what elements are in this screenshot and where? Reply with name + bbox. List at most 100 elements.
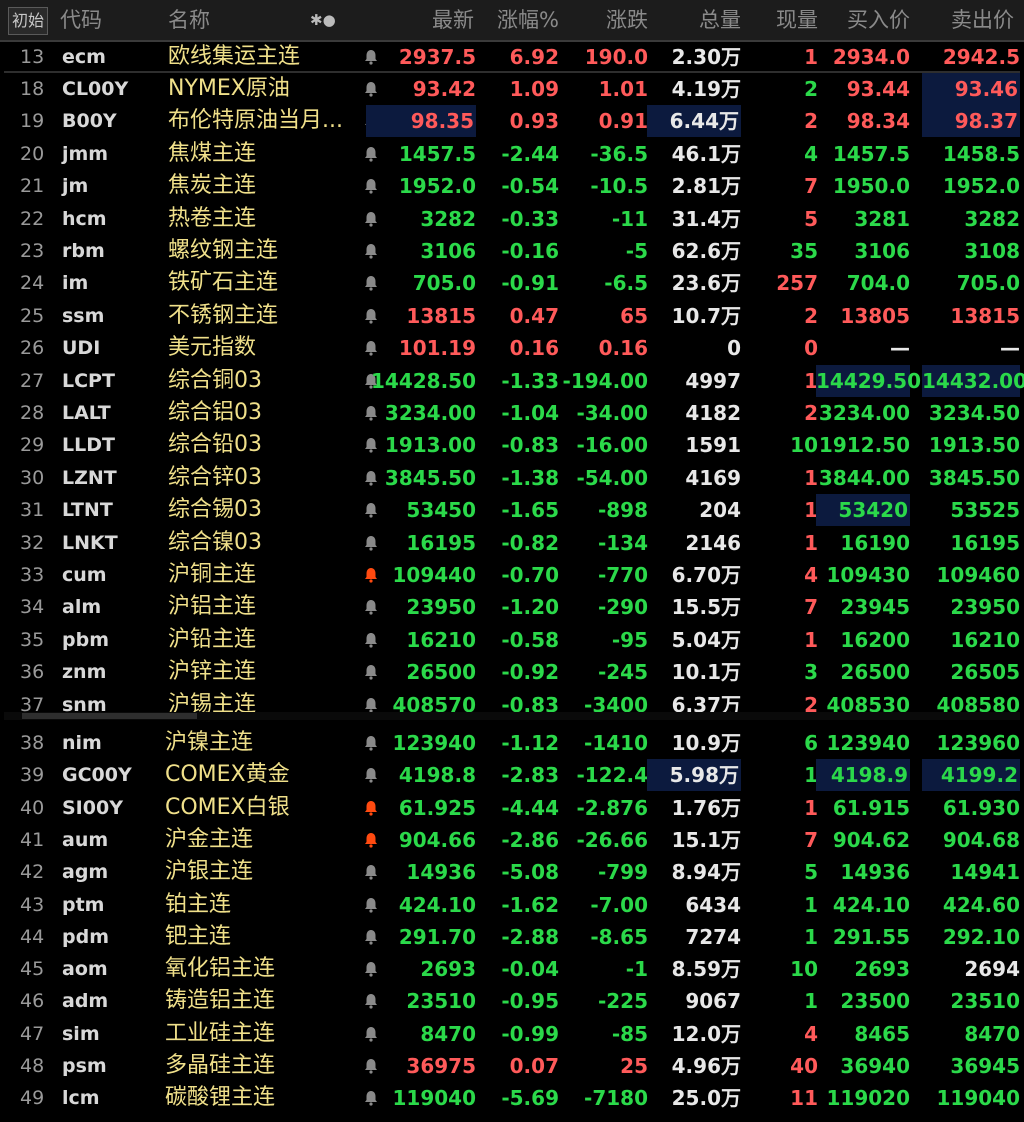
col-header-bid[interactable]: 买入价 <box>847 0 910 40</box>
table-row[interactable]: 19 B00Y 布伦特原油当月... 98.35 0.93 0.91 6.44万 2 98.34… <box>0 105 1024 138</box>
cell-chg: -26.66 <box>576 827 648 852</box>
cell-vol: 10.9万 <box>671 731 741 755</box>
col-header-last[interactable]: 最新 <box>432 0 474 40</box>
table-row[interactable]: 36 znm 沪锌主连 26500 -0.92 -245 10.1万 3 26500 26505 <box>0 656 1024 688</box>
table-row[interactable]: 48 psm 多晶硅主连 36975 0.07 25 4.96万 40 36940 36945 <box>0 1050 1024 1082</box>
cell-cur: 1 <box>804 45 818 69</box>
table-row[interactable]: 38 nim 沪镍主连 123940 -1.12 -1410 10.9万 6 123940 123… <box>0 727 1024 759</box>
col-header-cur[interactable]: 现量 <box>776 0 818 40</box>
row-index: 32 <box>20 531 45 554</box>
cell-vol: 2.81万 <box>671 174 741 199</box>
table-row[interactable]: 23 rbm 螺纹钢主连 3106 -0.16 -5 62.6万 35 3106 3108 <box>0 235 1024 267</box>
table-row[interactable]: 20 jmm 焦煤主连 1457.5 -2.44 -36.5 46.1万 4 1457.5 145… <box>0 138 1024 170</box>
table-row[interactable]: 21 jm 焦炭主连 1952.0 -0.54 -10.5 2.81万 7 1950.0 1952… <box>0 170 1024 202</box>
row-code: ecm <box>62 46 106 68</box>
table-row[interactable]: 47 sim 工业硅主连 8470 -0.99 -85 12.0万 4 8465 8470 <box>0 1018 1024 1050</box>
cell-pct: -1.33 <box>501 368 559 393</box>
table-row[interactable]: 25 ssm 不锈钢主连 13815 0.47 65 10.7万 2 13805 13815 <box>0 300 1024 332</box>
cell-last: 2693 <box>420 957 476 982</box>
row-index: 36 <box>20 661 45 684</box>
table-row[interactable]: 18 CL00Y NYMEX原油 93.42 1.09 1.01 4.19万 2 93.44 93… <box>0 73 1024 105</box>
cell-last: 13815 <box>406 303 476 328</box>
cell-last: 53450 <box>406 498 476 523</box>
cell-vol: 31.4万 <box>671 206 741 231</box>
cell-chg: -799 <box>597 860 648 885</box>
row-name: 氧化铝主连 <box>165 956 276 982</box>
col-header-pct[interactable]: 涨幅% <box>497 0 559 40</box>
col-header-alert-icon[interactable]: ✱● <box>310 0 336 40</box>
cell-vol: 9067 <box>685 989 741 1014</box>
row-index: 21 <box>20 175 45 198</box>
table-row[interactable]: 49 lcm 碳酸锂主连 119040 -5.69 -7180 25.0万 11 119020 1… <box>0 1082 1024 1114</box>
cell-cur: 4 <box>804 563 818 587</box>
table-row[interactable]: 34 alm 沪铝主连 23950 -1.20 -290 15.5万 7 23945 23950 <box>0 591 1024 623</box>
table-row[interactable]: 33 cum 沪铜主连 109440 -0.70 -770 6.70万 4 109430 1094… <box>0 559 1024 591</box>
table-row[interactable]: 43 ptm 铂主连 424.10 -1.62 -7.00 6434 1 424.10 424.6… <box>0 889 1024 921</box>
table-row[interactable]: 31 LTNT 综合锡03 53450 -1.65 -898 204 1 53420 53525 <box>0 494 1024 527</box>
init-button[interactable]: 初始 <box>8 7 49 35</box>
cell-vol: 4182 <box>685 401 741 425</box>
row-code: SI00Y <box>62 796 123 819</box>
cell-last: 705.0 <box>412 271 476 296</box>
table-row[interactable]: 13 ecm 欧线集运主连 2937.5 6.92 190.0 2.30万 1 2934.0 29… <box>0 41 1024 73</box>
row-code: pbm <box>62 628 109 651</box>
table-row[interactable]: 44 pdm 钯主连 291.70 -2.88 -8.65 7274 1 291.55 292.1… <box>0 921 1024 953</box>
row-name: 布伦特原油当月... <box>168 108 343 134</box>
cell-cur: 40 <box>790 1054 818 1078</box>
table-row[interactable]: 27 LCPT 综合铜03 14428.50 -1.33 -194.00 4997 1 1442… <box>0 364 1024 397</box>
cell-last: 3106 <box>420 239 476 263</box>
cell-last: 2937.5 <box>398 45 476 69</box>
col-header-vol[interactable]: 总量 <box>699 0 741 40</box>
table-row[interactable]: 28 LALT 综合铝03 3234.00 -1.04 -34.00 4182 2 3234.0… <box>0 397 1024 429</box>
cell-pct: -0.54 <box>501 174 559 199</box>
table-row[interactable]: 30 LZNT 综合锌03 3845.50 -1.38 -54.00 4169 1 3844.0… <box>0 462 1024 494</box>
cell-pct: -1.62 <box>501 892 559 917</box>
table-row[interactable]: 39 GC00Y COMEX黄金 4198.8 -2.83 -122.4 5.98万 1 419… <box>0 759 1024 792</box>
cell-cur: 1 <box>804 498 818 523</box>
table-row[interactable]: 32 LNKT 综合镍03 16195 -0.82 -134 2146 1 16190 16195 <box>0 527 1024 559</box>
table-row[interactable]: 26 UDI 美元指数 101.19 0.16 0.16 0 0 — — <box>0 332 1024 364</box>
scrollbar-thumb[interactable] <box>22 713 197 719</box>
row-code: rbm <box>62 240 105 262</box>
cell-pct: -1.65 <box>501 498 559 523</box>
cell-pct: -0.99 <box>501 1021 559 1046</box>
row-index: 27 <box>20 369 45 392</box>
row-name: 沪金主连 <box>165 826 254 852</box>
table-row[interactable]: 45 aom 氧化铝主连 2693 -0.04 -1 8.59万 10 2693 2694 <box>0 953 1024 985</box>
row-name: 工业硅主连 <box>165 1020 276 1046</box>
table-row[interactable]: 35 pbm 沪铅主连 16210 -0.58 -95 5.04万 1 16200 16210 <box>0 624 1024 656</box>
row-index: 49 <box>20 1087 45 1110</box>
cell-cur: 7 <box>804 595 818 620</box>
cell-chg: 65 <box>620 303 648 328</box>
cell-last: 26500 <box>406 660 476 685</box>
cell-ask: 8470 <box>964 1021 1020 1046</box>
col-header-chg[interactable]: 涨跌 <box>606 0 648 40</box>
table-row[interactable]: 24 im 铁矿石主连 705.0 -0.91 -6.5 23.6万 257 704.0 705.… <box>0 267 1024 299</box>
row-code: LNKT <box>62 531 118 554</box>
cell-chg: -11 <box>611 206 648 231</box>
table-row[interactable]: 41 aum 沪金主连 904.66 -2.86 -26.66 15.1万 7 904.62 90… <box>0 824 1024 856</box>
col-header-ask[interactable]: 卖出价 <box>951 0 1014 40</box>
cell-cur: 1 <box>804 924 818 949</box>
row-code: ssm <box>62 304 105 327</box>
row-name: 沪银主连 <box>165 859 254 885</box>
row-name: COMEX白银 <box>165 794 290 820</box>
cell-ask: 53525 <box>950 498 1020 523</box>
col-header-name[interactable]: 名称 <box>168 0 210 40</box>
table-row[interactable]: 40 SI00Y COMEX白银 61.925 -4.44 -2.876 1.76万 1 61.… <box>0 792 1024 824</box>
table-row[interactable]: 46 adm 铸造铝主连 23510 -0.95 -225 9067 1 23500 23510 <box>0 985 1024 1017</box>
row-name: 铸造铝主连 <box>165 988 276 1014</box>
table-row[interactable]: 29 LLDT 综合铅03 1913.00 -0.83 -16.00 1591 10 1912.… <box>0 429 1024 461</box>
horizontal-scrollbar[interactable] <box>4 712 1020 720</box>
cell-bid: 109430 <box>826 563 911 587</box>
cell-vol: 4.96万 <box>671 1054 741 1078</box>
table-row[interactable]: 22 hcm 热卷主连 3282 -0.33 -11 31.4万 5 3281 3282 <box>0 203 1024 235</box>
cell-chg: -7.00 <box>590 892 648 917</box>
cell-pct: -0.04 <box>501 957 559 982</box>
cell-cur: 2 <box>804 109 818 134</box>
row-index: 40 <box>20 796 45 819</box>
table-row[interactable]: 42 agm 沪银主连 14936 -5.08 -799 8.94万 5 14936 14941 <box>0 856 1024 888</box>
cell-pct: -0.91 <box>501 271 559 296</box>
row-code: alm <box>62 596 102 619</box>
col-header-code[interactable]: 代码 <box>60 0 102 40</box>
